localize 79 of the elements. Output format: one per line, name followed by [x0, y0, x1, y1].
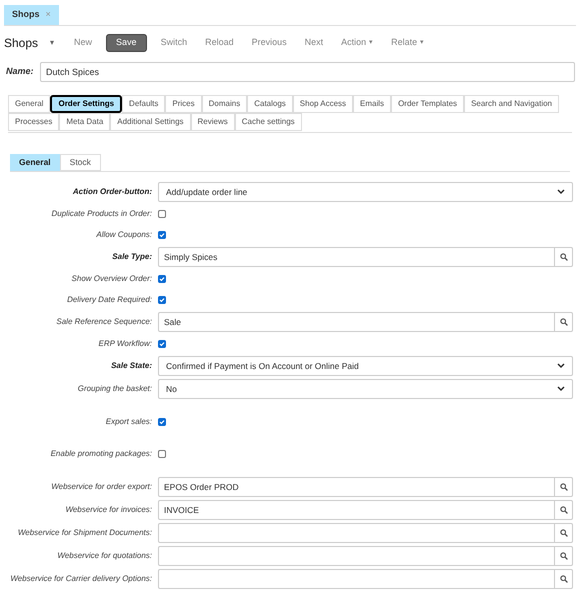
- caret-icon[interactable]: ▾: [50, 37, 54, 49]
- field-label: Grouping the basket:: [76, 383, 152, 395]
- tab[interactable]: Order Templates: [391, 95, 464, 113]
- save-button[interactable]: Save: [106, 34, 147, 52]
- tab[interactable]: Defaults: [122, 95, 166, 113]
- field-label: ERP Workflow:: [98, 338, 152, 350]
- field-label: Enable promoting packages:: [50, 448, 152, 460]
- tab[interactable]: Meta Data: [59, 113, 110, 131]
- tab[interactable]: Domains: [202, 95, 248, 113]
- field-label: Action Order-button:: [72, 186, 152, 198]
- tab[interactable]: Stock: [60, 154, 101, 171]
- tab[interactable]: Emails: [353, 95, 392, 113]
- tab[interactable]: Order Settings: [50, 95, 122, 113]
- checkbox[interactable]: [158, 296, 166, 304]
- search-button[interactable]: [555, 477, 573, 497]
- search-icon: [560, 529, 568, 537]
- lookup-field[interactable]: [158, 523, 555, 543]
- checkbox[interactable]: [158, 340, 166, 348]
- chevron-down-icon: [557, 386, 565, 392]
- field-label: Export sales:: [104, 416, 152, 428]
- checkbox[interactable]: [158, 418, 166, 426]
- toolbar-button[interactable]: Previous: [244, 34, 295, 52]
- search-icon: [560, 483, 568, 491]
- search-icon: [560, 552, 568, 560]
- search-icon: [560, 253, 568, 261]
- checkbox[interactable]: [158, 275, 166, 283]
- search-button[interactable]: [555, 546, 573, 566]
- tab[interactable]: Cache settings: [234, 113, 302, 131]
- name-field[interactable]: Dutch Spices: [40, 62, 575, 82]
- search-icon: [560, 318, 568, 326]
- dropdown[interactable]: Confirmed if Payment is On Account or Online Paid: [158, 356, 573, 376]
- search-button[interactable]: [555, 500, 573, 520]
- field-label: Webservice for invoices:: [64, 504, 152, 516]
- field-label: Sale Reference Sequence:: [55, 316, 152, 328]
- search-icon: [560, 575, 568, 583]
- tab[interactable]: Search and Navigation: [464, 95, 560, 113]
- lookup-field[interactable]: Simply Spices: [158, 247, 555, 267]
- field-label: Webservice for order export:: [50, 481, 152, 493]
- search-button[interactable]: [555, 523, 573, 543]
- tab[interactable]: Prices: [165, 95, 202, 113]
- search-button[interactable]: [555, 569, 573, 589]
- checkbox[interactable]: [158, 210, 166, 218]
- lookup-field[interactable]: Sale: [158, 312, 555, 332]
- page-title: Shops: [4, 35, 38, 52]
- tab[interactable]: Reviews: [190, 113, 235, 131]
- field-label: Show Overview Order:: [70, 273, 152, 285]
- field-label: Allow Coupons:: [95, 229, 152, 241]
- chevron-down-icon: [557, 363, 565, 369]
- tab[interactable]: Processes: [8, 113, 60, 131]
- search-icon: [560, 506, 568, 514]
- document-tab[interactable]: Shops ×: [4, 5, 59, 25]
- field-label: Name:: [6, 65, 34, 78]
- toolbar-button[interactable]: Next: [296, 34, 332, 52]
- toolbar-button[interactable]: New: [66, 34, 100, 52]
- checkbox[interactable]: [158, 231, 166, 239]
- search-button[interactable]: [555, 312, 573, 332]
- lookup-field[interactable]: EPOS Order PROD: [158, 477, 555, 497]
- toolbar-button[interactable]: Switch: [152, 34, 196, 52]
- checkbox[interactable]: [158, 450, 166, 458]
- tab[interactable]: General: [8, 95, 50, 113]
- tab[interactable]: General: [10, 154, 60, 171]
- field-label: Sale State:: [110, 360, 152, 372]
- field-label: Duplicate Products in Order:: [50, 208, 152, 220]
- tab[interactable]: Additional Settings: [110, 113, 191, 131]
- field-label: Delivery Date Required:: [66, 294, 152, 306]
- lookup-field[interactable]: [158, 569, 555, 589]
- lookup-field[interactable]: [158, 546, 555, 566]
- field-label: Webservice for Carrier delivery Options:: [9, 573, 152, 585]
- dropdown[interactable]: Add/update order line: [158, 182, 573, 202]
- tab[interactable]: Shop Access: [292, 95, 354, 113]
- toolbar-button[interactable]: Reload: [197, 34, 242, 52]
- field-label: Sale Type:: [111, 251, 152, 263]
- field-label: Webservice for quotations:: [56, 550, 152, 562]
- chevron-down-icon: [557, 189, 565, 195]
- lookup-field[interactable]: INVOICE: [158, 500, 555, 520]
- tab[interactable]: Catalogs: [247, 95, 293, 113]
- search-button[interactable]: [555, 247, 573, 267]
- field-label: Webservice for Shipment Documents:: [16, 527, 152, 539]
- dropdown[interactable]: No: [158, 379, 573, 399]
